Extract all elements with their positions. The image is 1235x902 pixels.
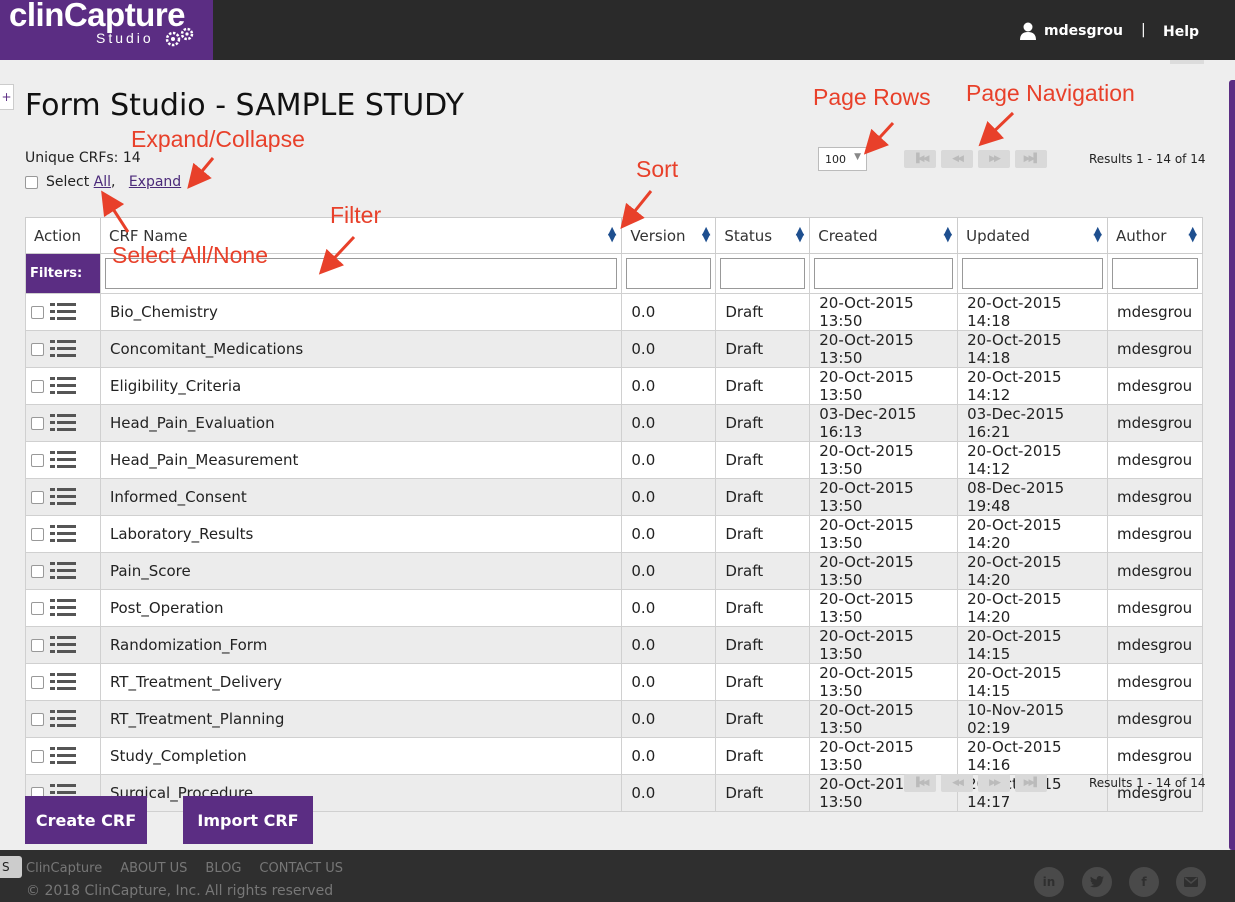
footer: S ClinCapture ABOUT US BLOG CONTACT US ©… xyxy=(0,850,1235,902)
footer-about-link[interactable]: ABOUT US xyxy=(120,861,187,876)
facebook-icon[interactable]: f xyxy=(1129,867,1159,897)
footer-brand-link[interactable]: ClinCapture xyxy=(26,861,102,876)
footer-contact-link[interactable]: CONTACT US xyxy=(259,861,343,876)
arrow-page-navigation xyxy=(978,111,1015,147)
footer-links: ClinCapture ABOUT US BLOG CONTACT US xyxy=(26,861,343,876)
email-icon[interactable] xyxy=(1176,867,1206,897)
arrow-filter xyxy=(318,235,356,275)
arrow-sort xyxy=(620,190,653,230)
copyright: © 2018 ClinCapture, Inc. All rights rese… xyxy=(26,883,334,899)
side-tab[interactable]: S xyxy=(0,856,22,878)
footer-blog-link[interactable]: BLOG xyxy=(205,861,241,876)
arrow-expand-collapse xyxy=(187,157,215,189)
linkedin-icon[interactable]: in xyxy=(1034,867,1064,897)
arrow-page-rows xyxy=(863,121,895,155)
annotation-arrows xyxy=(101,111,1015,275)
arrow-select-all-none xyxy=(101,190,130,233)
twitter-icon[interactable] xyxy=(1082,867,1112,897)
